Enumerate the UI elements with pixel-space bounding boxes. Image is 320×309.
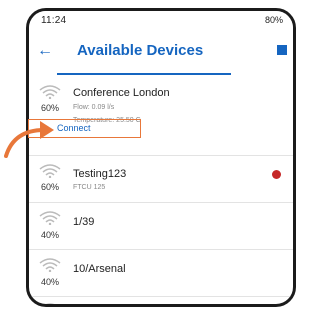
device-row[interactable]: 60% Testing123 FTCU 125 [29,156,293,203]
device-row[interactable]: 40% 10/Arsenal [29,250,293,297]
wifi-signal-icon [39,211,61,225]
device-name: Testing123 [73,168,127,180]
signal-strength: 40% [41,277,60,287]
device-row[interactable] [29,297,293,304]
back-arrow-icon[interactable]: ← [37,41,53,61]
phone-frame: 11:24 80% ← Available Devices 60% Confer… [26,8,296,307]
tab-indicator [57,73,231,75]
status-bar: 11:24 80% [29,11,293,31]
device-list: 60% Conference London Flow: 0.09 l/s Tem… [29,77,293,304]
page-title: Available Devices [77,42,204,59]
wifi-signal-icon [45,303,55,304]
status-time: 11:24 [41,15,67,26]
flow-reading: Flow: 0.09 l/s [73,104,115,111]
device-row[interactable]: 40% 1/39 [29,203,293,250]
wifi-signal-icon [39,164,61,178]
device-name: Conference London [73,87,170,99]
menu-icon[interactable] [277,45,287,55]
app-bar: ← Available Devices [29,31,293,75]
signal-strength: 60% [41,182,60,192]
device-name: 1/39 [73,216,95,228]
battery-percent: 80% [264,15,283,25]
status-dot [272,170,281,179]
pointer-arrow-icon [4,121,54,158]
device-row[interactable]: 60% Conference London Flow: 0.09 l/s Tem… [29,77,293,156]
device-name: 10/Arsenal [73,263,126,275]
wifi-signal-icon [39,258,61,272]
signal-strength: 40% [41,230,60,240]
device-model: FTCU 125 [73,184,106,191]
wifi-signal-icon [39,85,61,99]
